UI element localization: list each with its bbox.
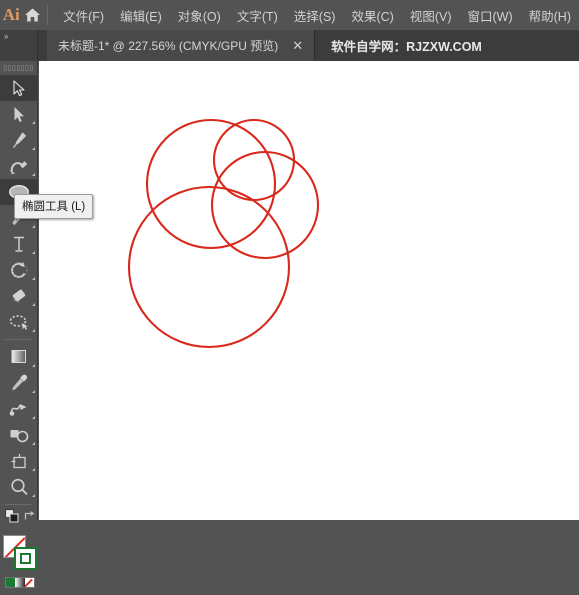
stroke-swatch[interactable] [14,547,37,570]
circle-upper-left[interactable] [145,118,277,250]
menu-item-type[interactable]: 文字(T) [229,3,286,28]
tool-eyedropper[interactable] [0,370,38,396]
circles-group [127,118,320,349]
tool-tooltip: 椭圆工具 (L) [14,194,94,219]
none-slash-icon-2 [25,578,34,587]
menu-item-help[interactable]: 帮助(H) [521,3,579,28]
tool-curvature[interactable] [0,153,38,179]
tool-group-corner-icon [32,303,35,306]
tool-artboard[interactable] [0,448,38,474]
color-mode-row [5,577,35,588]
swap-fill-stroke-icon[interactable] [24,510,36,522]
toolbar-separator [5,339,32,340]
tool-rotate[interactable] [0,257,38,283]
document-tab-title: 未标题-1* @ 227.56% (CMYK/GPU 预览) [58,39,279,53]
toolbar-separator-2 [5,504,32,505]
artboard-canvas[interactable] [39,61,579,520]
home-icon[interactable] [23,7,43,23]
tool-lasso[interactable] [0,309,38,335]
watermark-label: 软件自学网：RJZXW.COM [315,30,492,61]
vector-artwork [127,118,320,349]
tool-group-corner-icon [32,442,35,445]
fill-stroke-controls [0,509,37,529]
tool-direct-selection[interactable] [0,101,38,127]
none-swatch-button[interactable] [24,578,34,587]
tool-group-corner-icon [32,329,35,332]
tool-pen[interactable] [0,127,38,153]
gradient-swatch-button[interactable] [15,578,25,587]
menu-item-edit[interactable]: 编辑(E) [112,3,170,28]
tool-eraser[interactable] [0,283,38,309]
tool-group-corner-icon [32,225,35,228]
chevron-right-double-icon[interactable]: » [0,30,9,41]
circle-middle-right[interactable] [210,150,320,260]
menu-bar: Ai 文件(F) 编辑(E) 对象(O) 文字(T) 选择(S) 效果(C) 视… [0,0,579,30]
color-swatches [0,529,38,595]
menu-item-window[interactable]: 窗口(W) [460,3,521,28]
menu-items: 文件(F) 编辑(E) 对象(O) 文字(T) 选择(S) 效果(C) 视图(V… [55,3,579,28]
tool-blend[interactable] [0,396,38,422]
menu-item-view[interactable]: 视图(V) [402,3,460,28]
menu-item-select[interactable]: 选择(S) [286,3,344,28]
menu-item-file[interactable]: 文件(F) [55,3,112,28]
menu-item-object[interactable]: 对象(O) [170,3,229,28]
menu-divider [47,5,49,25]
tool-group-corner-icon [32,364,35,367]
tool-group-corner-icon [32,468,35,471]
tool-selection[interactable] [0,75,38,101]
tool-group-corner-icon [32,416,35,419]
illustrator-window: Ai 文件(F) 编辑(E) 对象(O) 文字(T) 选择(S) 效果(C) 视… [0,0,579,588]
circle-large-bottom[interactable] [127,185,291,349]
tool-zoom[interactable] [0,474,38,500]
document-tab[interactable]: 未标题-1* @ 227.56% (CMYK/GPU 预览) ✕ [47,30,316,61]
tool-type[interactable] [0,231,38,257]
stroke-swatch-inner [20,553,31,564]
tools-panel: ▯▯▯▯▯▯▯ [0,61,38,588]
tool-gradient[interactable] [0,344,38,370]
toolbar-grip[interactable]: ▯▯▯▯▯▯▯ [0,61,37,75]
tab-gap [38,30,47,61]
tool-group-corner-icon [32,390,35,393]
tool-group-corner-icon [32,173,35,176]
tool-group-corner-icon [32,121,35,124]
app-logo: Ai [2,5,20,24]
panel-collapse-stub[interactable]: » [0,30,38,61]
color-swatch-button[interactable] [6,578,16,587]
default-fill-stroke-icon[interactable] [5,509,20,524]
close-icon[interactable]: ✕ [290,39,305,52]
tool-group-corner-icon [32,147,35,150]
tab-bar: » 未标题-1* @ 227.56% (CMYK/GPU 预览) ✕ 软件自学网… [0,30,579,61]
menu-item-effect[interactable]: 效果(C) [343,3,401,28]
tool-group-corner-icon [32,277,35,280]
tool-group-corner-icon [32,494,35,497]
tool-shape-builder[interactable] [0,422,38,448]
tool-group-corner-icon [32,251,35,254]
